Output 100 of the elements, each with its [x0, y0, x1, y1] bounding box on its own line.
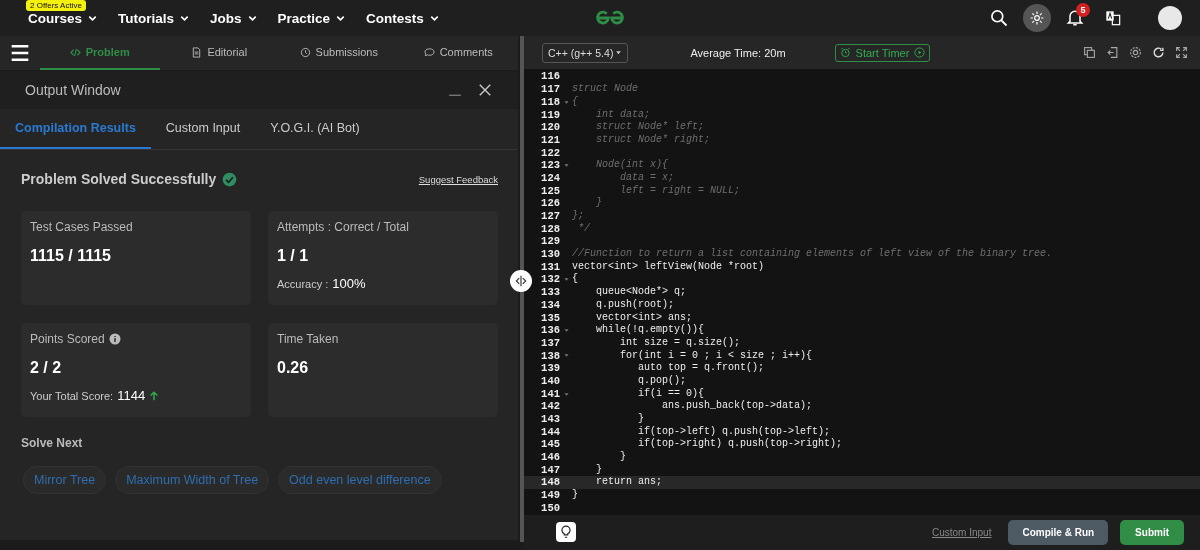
tab[interactable]: Submissions: [279, 36, 399, 70]
fold-caret-icon[interactable]: [563, 328, 569, 334]
code-comment: struct Node* left;: [595, 121, 705, 134]
nav-menu[interactable]: Jobs: [210, 10, 258, 26]
line-number: 144: [540, 425, 560, 439]
line-number: 146: [540, 451, 560, 464]
tab[interactable]: Comments: [398, 36, 518, 70]
note-label: Your Total Score:: [30, 389, 114, 402]
code-line: }: [619, 451, 626, 464]
code-line: auto top = q.front();: [637, 362, 765, 375]
line-number: 122: [540, 146, 560, 160]
tab[interactable]: Editorial: [159, 36, 279, 70]
line-number: 128: [540, 222, 560, 236]
reset-icon[interactable]: [1152, 46, 1165, 60]
tab[interactable]: Y.O.G.I. (AI Bot): [255, 109, 375, 149]
copy-icon[interactable]: [1083, 46, 1096, 60]
caret-icon: [615, 49, 623, 57]
card-value: 1115 / 1115: [30, 247, 112, 265]
notification-badge: 5: [1076, 3, 1090, 17]
fold-caret-icon[interactable]: [563, 163, 569, 169]
speech-bubble-icon: [423, 46, 435, 58]
line-number: 129: [540, 235, 560, 249]
fold-caret-icon[interactable]: [563, 353, 569, 359]
card-label: Test Cases Passed: [30, 220, 133, 234]
code-line: if(top->right) q.push(top->right);: [637, 438, 843, 452]
language-select[interactable]: C++ (g++ 5.4): [542, 42, 629, 63]
card-value: 2 / 2: [30, 359, 63, 377]
line-number: 132: [540, 273, 560, 287]
nav-menu[interactable]: Tutorials: [118, 10, 191, 26]
bell-icon[interactable]: [1065, 8, 1085, 28]
tab[interactable]: Compilation Results: [0, 109, 151, 149]
check-circle-icon: [222, 171, 238, 187]
code-line: queue<Node*> q;: [595, 286, 687, 299]
fullscreen-icon[interactable]: [1175, 46, 1188, 60]
code-comment: //Function to return a list containing elements of left view of the binary tree.: [572, 248, 1053, 261]
line-number: 139: [540, 362, 560, 375]
line-number: 150: [540, 501, 560, 515]
line-number: 120: [540, 121, 560, 134]
offer-badge: 2 Offers Active: [26, 0, 86, 11]
line-number: 119: [540, 108, 560, 122]
code-comment: left = right = NULL;: [619, 184, 741, 198]
code-comment: }: [595, 197, 602, 211]
close-icon[interactable]: [478, 83, 492, 97]
nav-menu[interactable]: Practice: [277, 10, 347, 26]
card-value: 1 / 1: [277, 247, 310, 265]
alarm-clock-icon: [839, 47, 851, 59]
code-comment: data = x;: [619, 172, 675, 185]
tab[interactable]: Custom Input: [150, 109, 256, 149]
clock-icon: [299, 46, 311, 58]
code-line: int size = q.size();: [619, 336, 741, 350]
code-icon: [69, 46, 81, 58]
line-number: 140: [540, 375, 560, 388]
menu-icon[interactable]: [9, 43, 31, 63]
code-comment: struct Node* right;: [595, 133, 711, 147]
code-line: q.pop();: [637, 375, 687, 388]
compile-run-button[interactable]: Compile & Run: [1008, 519, 1109, 545]
fold-caret-icon[interactable]: [563, 99, 569, 105]
search-icon[interactable]: [989, 8, 1009, 28]
line-number: 135: [540, 311, 560, 325]
code-line: }: [637, 413, 644, 426]
line-number: 136: [540, 324, 560, 337]
avatar[interactable]: [1158, 6, 1182, 30]
translate-icon[interactable]: [1105, 10, 1121, 26]
nav-menu[interactable]: Contests: [366, 10, 440, 26]
fold-caret-icon[interactable]: [563, 277, 569, 283]
nav-menu[interactable]: Courses: [28, 10, 99, 26]
line-number: 149: [540, 489, 560, 502]
code-line: ans.push_back(top->data);: [661, 400, 813, 414]
code-comment: */: [577, 222, 590, 236]
line-number: 124: [540, 172, 560, 185]
line-number: 138: [540, 349, 560, 363]
code-line: vector<int> ans;: [595, 311, 693, 324]
start-timer-button[interactable]: Start Timer: [834, 43, 931, 62]
card-label: Points Scored: [30, 332, 105, 346]
code-line: return ans;: [595, 476, 662, 490]
fold-caret-icon[interactable]: [563, 391, 569, 397]
note-label: Accuracy :: [277, 277, 329, 290]
custom-input-link[interactable]: Custom Input: [925, 525, 998, 539]
line-number: 126: [540, 197, 560, 211]
line-number: 141: [540, 387, 560, 401]
card-value: 0.26: [277, 359, 310, 377]
line-number: 137: [540, 336, 560, 350]
line-number: 127: [540, 210, 560, 223]
line-number: 145: [540, 438, 560, 452]
card-label: Time Taken: [277, 332, 339, 346]
sun-icon: [1030, 11, 1044, 25]
line-number: 117: [540, 83, 560, 96]
submit-button[interactable]: Submit: [1120, 519, 1184, 545]
line-number: 125: [540, 184, 560, 198]
feedback-link[interactable]: Suggest Feedback: [418, 173, 498, 185]
code-comment: struct Node: [572, 83, 638, 96]
status-text: Problem Solved Successfully: [21, 171, 217, 187]
card-label: Attempts : Correct / Total: [277, 220, 409, 234]
code-line: {: [572, 273, 578, 287]
line-number: 148: [540, 476, 560, 490]
theme-toggle[interactable]: [1023, 4, 1051, 32]
settings-icon[interactable]: [1129, 46, 1142, 60]
exit-icon[interactable]: [1106, 46, 1119, 60]
lightbulb-icon[interactable]: [559, 525, 573, 540]
line-number: 134: [540, 298, 560, 312]
